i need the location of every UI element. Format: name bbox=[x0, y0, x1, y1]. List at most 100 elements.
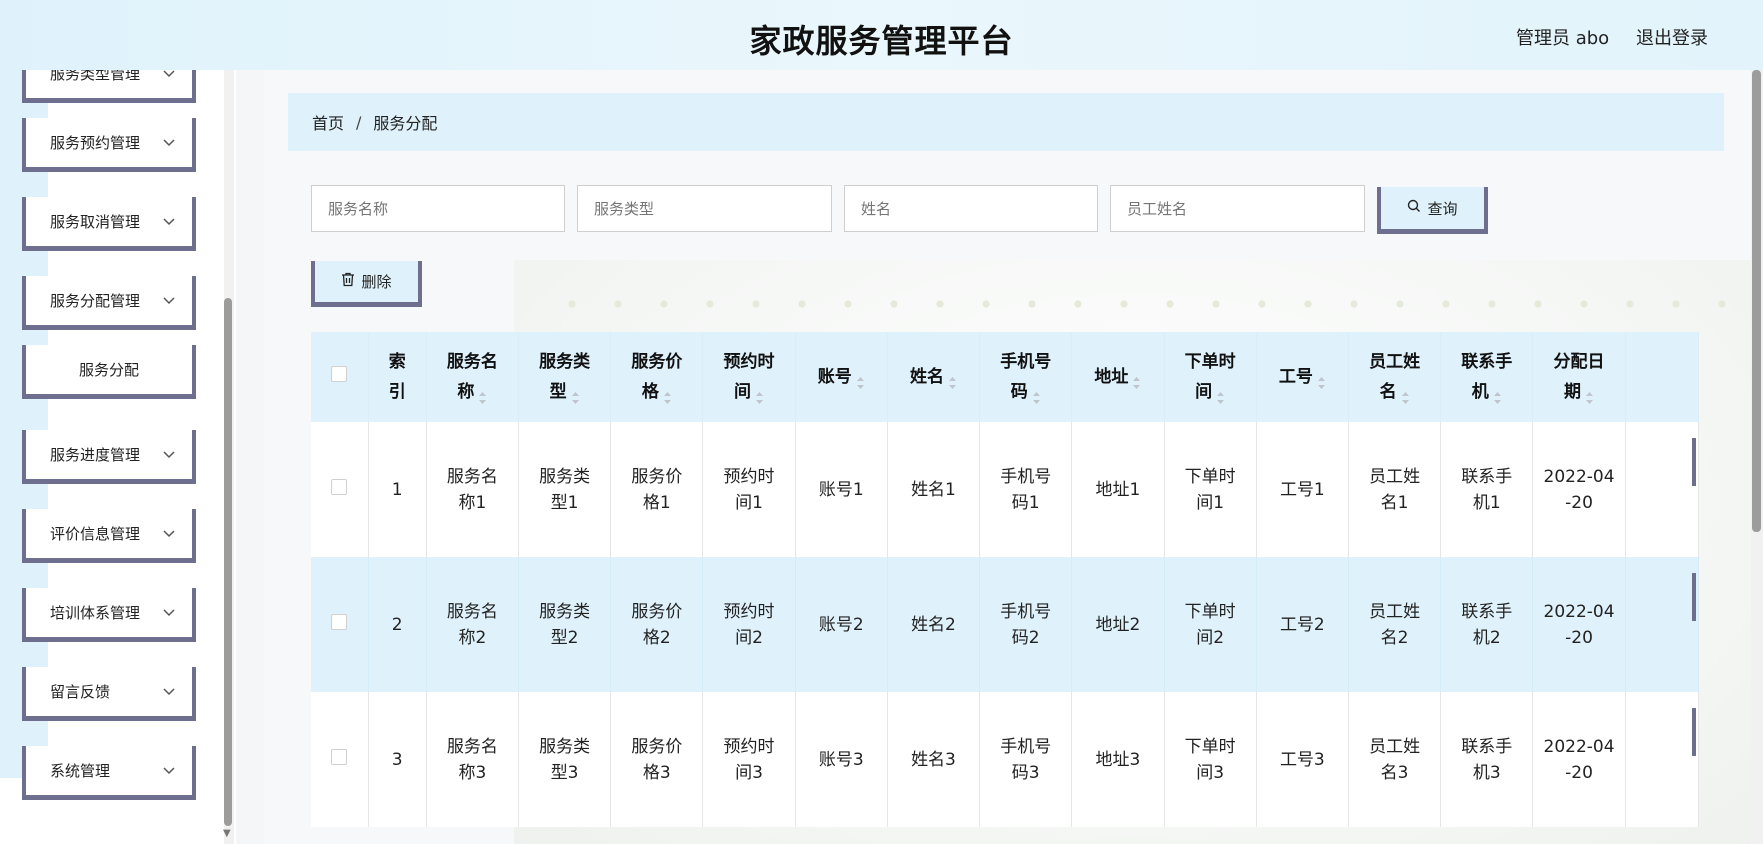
service-type-input[interactable] bbox=[577, 185, 832, 232]
sidebar-item-training[interactable]: 培训体系管理 bbox=[22, 588, 196, 642]
cell-text: 型2 bbox=[550, 627, 579, 648]
cell-text: 账号3 bbox=[818, 749, 864, 770]
column-header-line1: 员工姓 bbox=[1369, 352, 1421, 372]
column-header-line1: 联系手 bbox=[1461, 352, 1513, 372]
cell-text: 名3 bbox=[1380, 762, 1409, 783]
sort-icon[interactable] bbox=[1401, 385, 1410, 404]
sidebar-item-service-booking[interactable]: 服务预约管理 bbox=[22, 118, 196, 172]
column-header[interactable]: 联系手机 bbox=[1440, 332, 1534, 422]
row-checkbox[interactable] bbox=[331, 748, 348, 765]
sort-icon[interactable] bbox=[1317, 370, 1326, 389]
query-button[interactable]: 查询 bbox=[1377, 187, 1488, 234]
table-cell: 2 bbox=[368, 557, 427, 692]
column-header[interactable]: 服务名称 bbox=[426, 332, 520, 422]
cell-text: 码1 bbox=[1011, 492, 1040, 513]
sidebar-subitem-service-assign[interactable]: 服务分配 bbox=[22, 345, 196, 399]
sort-icon[interactable] bbox=[856, 370, 865, 389]
sidebar-item-review[interactable]: 评价信息管理 bbox=[22, 509, 196, 563]
sort-icon[interactable] bbox=[1216, 385, 1225, 404]
column-header[interactable]: 工号 bbox=[1256, 332, 1349, 422]
column-header[interactable]: 服务价格 bbox=[610, 332, 704, 422]
search-icon bbox=[1407, 199, 1421, 217]
cell-text: 服务类 bbox=[539, 466, 591, 487]
select-all-checkbox[interactable] bbox=[331, 366, 348, 382]
cell-text: 员工姓 bbox=[1369, 466, 1421, 487]
column-header-line2: 间 bbox=[1195, 382, 1213, 402]
table-cell: 2022-04 -20 bbox=[1532, 692, 1626, 827]
admin-username: 管理员 abo bbox=[1516, 28, 1610, 49]
cell-text: 账号1 bbox=[818, 479, 864, 500]
breadcrumb-separator: / bbox=[356, 112, 362, 132]
row-checkbox[interactable] bbox=[331, 613, 348, 630]
table-cell: 服务价 格2 bbox=[610, 557, 704, 692]
chevron-down-icon bbox=[162, 294, 176, 308]
table-cell: 地址1 bbox=[1071, 422, 1165, 557]
column-header[interactable]: 服务类型 bbox=[518, 332, 612, 422]
cell-text: 下单时 bbox=[1184, 466, 1236, 487]
sort-icon[interactable] bbox=[755, 385, 764, 404]
sort-icon[interactable] bbox=[1493, 385, 1502, 404]
column-header[interactable]: 下单时间 bbox=[1164, 332, 1257, 422]
sort-icon[interactable] bbox=[478, 385, 487, 404]
column-header-line2: 间 bbox=[734, 382, 752, 402]
cell-text: 格3 bbox=[642, 762, 671, 783]
sort-icon[interactable] bbox=[1585, 385, 1594, 404]
sidebar-item-service-progress[interactable]: 服务进度管理 bbox=[22, 430, 196, 484]
main-scrollbar-thumb[interactable] bbox=[1752, 70, 1761, 532]
sort-icon[interactable] bbox=[571, 385, 580, 404]
query-button-label: 查询 bbox=[1427, 199, 1458, 218]
column-header-line2: 名 bbox=[1379, 382, 1397, 402]
delete-button[interactable]: 删除 bbox=[311, 261, 422, 307]
cell-text: 机2 bbox=[1472, 627, 1501, 648]
row-action-handle[interactable] bbox=[1692, 708, 1696, 756]
column-header[interactable]: 姓名 bbox=[887, 332, 981, 422]
cell-text: 格2 bbox=[642, 627, 671, 648]
table-cell: 联系手 机3 bbox=[1440, 692, 1534, 827]
cell-text: 服务名 bbox=[446, 466, 498, 487]
chevron-down-icon bbox=[162, 606, 176, 620]
table-cell: 2022-04 -20 bbox=[1532, 557, 1626, 692]
logout-link[interactable]: 退出登录 bbox=[1636, 24, 1708, 50]
table-cell: 地址2 bbox=[1071, 557, 1165, 692]
column-header[interactable]: 预约时间 bbox=[702, 332, 796, 422]
breadcrumb-home[interactable]: 首页 bbox=[312, 110, 344, 134]
sort-icon[interactable] bbox=[948, 370, 957, 389]
column-header[interactable]: 手机号码 bbox=[979, 332, 1073, 422]
column-header-line2: 码 bbox=[1010, 382, 1028, 402]
cell-text: 间3 bbox=[1196, 762, 1225, 783]
scroll-down-arrow-icon[interactable]: ▼ bbox=[223, 828, 231, 839]
data-table-container: 索引服务名称服务类型服务价格预约时间账号 姓名 手机号码地址 下单时间工号 员工姓名联系… bbox=[311, 332, 1699, 844]
cell-text: 间1 bbox=[735, 492, 763, 513]
sort-icon[interactable] bbox=[1032, 385, 1041, 404]
table-cell: 下单时 间2 bbox=[1164, 557, 1257, 692]
table-cell: 服务名 称1 bbox=[426, 422, 520, 557]
column-header[interactable]: 分配日期 bbox=[1532, 332, 1626, 422]
cell-text: 姓名3 bbox=[911, 749, 956, 770]
sidebar-item-service-assign-mgmt[interactable]: 服务分配管理 bbox=[22, 276, 196, 330]
cell-text: 2022-04 bbox=[1543, 736, 1615, 757]
cell-text: 手机号 bbox=[1000, 736, 1052, 757]
row-checkbox[interactable] bbox=[331, 478, 348, 495]
sidebar-scrollbar-thumb[interactable] bbox=[224, 298, 232, 826]
chevron-down-icon bbox=[162, 136, 176, 150]
table-cell: 工号2 bbox=[1256, 557, 1349, 692]
table-cell: 工号3 bbox=[1256, 692, 1349, 827]
row-action-handle[interactable] bbox=[1692, 573, 1696, 621]
sidebar-item-system[interactable]: 系统管理 bbox=[22, 746, 196, 800]
sidebar-item-service-type[interactable]: 服务类型管理 bbox=[22, 70, 196, 103]
data-table: 索引服务名称服务类型服务价格预约时间账号 姓名 手机号码地址 下单时间工号 员工姓名联系… bbox=[311, 332, 1699, 827]
row-action-handle[interactable] bbox=[1692, 438, 1696, 486]
column-header[interactable]: 地址 bbox=[1071, 332, 1165, 422]
name-input[interactable] bbox=[844, 185, 1098, 232]
column-header[interactable]: 账号 bbox=[795, 332, 888, 422]
sort-icon[interactable] bbox=[663, 385, 672, 404]
table-cell: 预约时 间2 bbox=[702, 557, 796, 692]
chevron-down-icon bbox=[162, 215, 176, 229]
column-header[interactable]: 员工姓名 bbox=[1348, 332, 1442, 422]
sidebar-item-feedback[interactable]: 留言反馈 bbox=[22, 667, 196, 721]
sort-icon[interactable] bbox=[1132, 370, 1141, 389]
sidebar-item-service-cancel[interactable]: 服务取消管理 bbox=[22, 197, 196, 251]
employee-name-input[interactable] bbox=[1110, 185, 1365, 232]
service-name-input[interactable] bbox=[311, 185, 565, 232]
cell-text: 机1 bbox=[1472, 492, 1501, 513]
